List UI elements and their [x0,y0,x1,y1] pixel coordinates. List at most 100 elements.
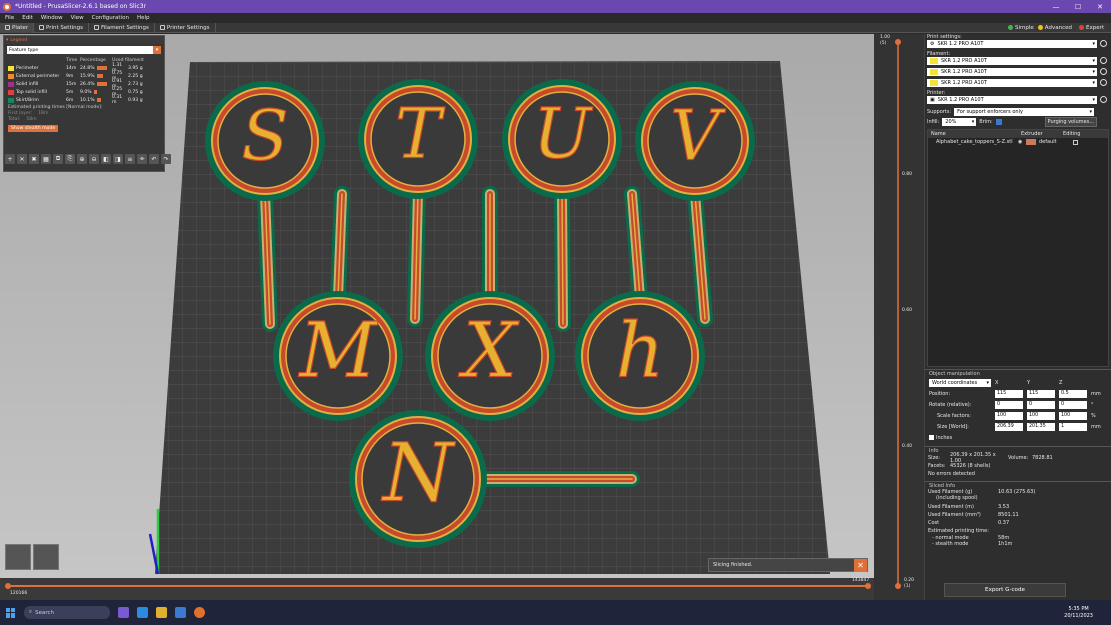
position-x-input[interactable]: 115 [995,389,1023,398]
legend-header[interactable]: ▾ Legend [4,36,164,44]
menu-window[interactable]: Window [41,15,63,21]
vertical-slider-track [895,39,901,589]
legend-row[interactable]: Skirt/Brim 6m 10.1% 0.31 m 0.93 g [4,95,164,105]
legend-row[interactable]: Top solid infill 5m 9.0% 0.25 m 0.75 g [4,87,164,97]
position-y-input[interactable]: 115 [1027,389,1055,398]
legend-row[interactable]: Solid infill 15m 26.4% 0.91 m 2.73 g [4,79,164,89]
settings-icon[interactable] [1100,57,1107,64]
print-profile-select[interactable]: ⚙ SKR 1.2 PRO A10T ▾ [927,40,1107,48]
menu-edit[interactable]: Edit [22,15,33,21]
edit-icon[interactable] [1073,139,1078,145]
store-icon[interactable] [175,607,186,618]
filament-select-2[interactable]: SKR 1.2 PRO A10T ▾ [927,68,1107,76]
legend-color-swatch [8,97,14,103]
delete-icon[interactable]: ✕ [17,154,27,164]
mode-dot-icon [1008,25,1014,30]
mode-expert[interactable]: Expert [1075,24,1107,31]
percentage-bar [96,66,107,70]
position-z-input[interactable]: 0.5 [1059,389,1087,398]
tab-plater[interactable]: Plater [0,22,35,33]
close-icon[interactable]: ✕ [854,559,867,572]
export-gcode-button[interactable]: Export G-code [944,583,1066,597]
widgets-icon[interactable] [118,607,129,618]
legend-row[interactable]: External perimeter 9m 15.9% 0.75 m 2.25 g [4,71,164,81]
file-explorer-icon[interactable] [156,607,167,618]
arrange-icon[interactable]: ▦ [41,154,51,164]
tab-filament-settings[interactable]: Filament Settings [89,22,155,33]
plater-icon [5,25,10,30]
layers-editing-icon[interactable]: ≡ [125,154,135,164]
supports-select[interactable]: For support enforcers only ▾ [954,108,1095,116]
edge-icon[interactable] [137,607,148,618]
preview-view-icon[interactable] [33,544,59,570]
paste-icon[interactable]: ⎘ [65,154,75,164]
vertical-slider[interactable]: 1.00 (5) 0.80 0.60 0.40 0.20 (1) [874,34,924,600]
menu-help[interactable]: Help [137,15,150,21]
topper-letter: h [616,306,665,394]
mode-simple[interactable]: Simple [1008,25,1034,31]
view-type-select[interactable]: Feature type ▾ [7,46,161,54]
eye-icon[interactable]: ◉ [1018,139,1026,145]
mode-advanced[interactable]: Advanced [1037,25,1072,31]
rotate-z-input[interactable]: 0 [1059,400,1087,409]
variable-layer-icon[interactable]: ⌯ [137,154,147,164]
copy-icon[interactable]: ⧉ [53,154,63,164]
horizontal-slider[interactable]: 120166 143847 [0,578,874,600]
legend-columns: Time Percentage Used filament [66,57,144,63]
rotate-x-input[interactable]: 0 [995,400,1023,409]
menu-bar: File Edit Window View Configuration Help [0,13,1111,23]
printer-profile-select[interactable]: ▣ SKR 1.2 PRO A10T ▾ [927,96,1107,104]
minimize-button[interactable]: — [1045,0,1067,13]
inches-checkbox[interactable] [929,435,934,440]
settings-icon[interactable] [1100,79,1107,86]
topper-letter: S [241,97,288,177]
tab-print-settings[interactable]: Print Settings [34,22,89,33]
redo-icon[interactable]: ↷ [161,154,171,164]
infill-select[interactable]: 20% ▾ [942,118,977,126]
prusaslicer-taskbar-icon[interactable] [194,607,205,618]
maximize-button[interactable]: ☐ [1067,0,1089,13]
scale-z-input[interactable]: 100 [1059,411,1087,420]
close-button[interactable]: ✕ [1089,0,1111,13]
show-stealth-mode-button[interactable]: Show stealth mode [8,125,59,132]
3d-view-icon[interactable] [5,544,31,570]
remove-instance-icon[interactable]: ⊖ [89,154,99,164]
windows-start-icon[interactable] [6,607,16,618]
inches-row: Inches [925,432,1111,443]
brim-checkbox[interactable] [995,119,1002,125]
size-x-input[interactable]: 206.39 [995,422,1023,431]
add-icon[interactable]: + [5,154,15,164]
filament-select-3[interactable]: SKR 1.2 PRO A10T ▾ [927,79,1107,87]
size-z-input[interactable]: 1 [1059,422,1087,431]
tab-bar: Plater Print Settings Filament Settings … [0,22,1111,33]
menu-file[interactable]: File [5,15,14,21]
menu-configuration[interactable]: Configuration [92,15,129,21]
coordinates-select[interactable]: World coordinates ▾ [929,378,991,387]
undo-icon[interactable]: ↶ [149,154,159,164]
taskbar-search[interactable]: ⌕ Search [24,606,110,619]
filament-color-swatch [930,69,938,75]
filament-icon [94,25,99,30]
split-parts-icon[interactable]: ◨ [113,154,123,164]
scale-y-input[interactable]: 100 [1027,411,1055,420]
object-row[interactable]: Alphabet_cake_toppers_S-Z.stl ◉ default [928,138,1108,146]
menu-view[interactable]: View [71,15,84,21]
tab-printer-settings[interactable]: Printer Settings [155,22,216,33]
filament-select-1[interactable]: SKR 1.2 PRO A10T ▾ [927,57,1107,65]
rotate-y-input[interactable]: 0 [1027,400,1055,409]
settings-icon[interactable] [1100,68,1107,75]
infill-row: Infill: 20% ▾ Brim: Purging volumes... [925,117,1111,127]
delete-all-icon[interactable]: ✖ [29,154,39,164]
add-instance-icon[interactable]: ⊕ [77,154,87,164]
split-objects-icon[interactable]: ◧ [101,154,111,164]
prusaslicer-icon [3,2,11,11]
clock: 5:35 PM 20/11/2023 [1064,605,1093,619]
size-y-input[interactable]: 201.35 [1027,422,1055,431]
legend-color-swatch [8,73,14,79]
scale-x-input[interactable]: 100 [995,411,1023,420]
settings-icon[interactable] [1100,40,1107,47]
filament-color-swatch [930,80,938,86]
settings-icon[interactable] [1100,96,1107,103]
legend-row[interactable]: Perimeter 14m 24.8% 1.31 m 3.95 g [4,63,164,73]
purging-volumes-button[interactable]: Purging volumes... [1044,117,1097,127]
